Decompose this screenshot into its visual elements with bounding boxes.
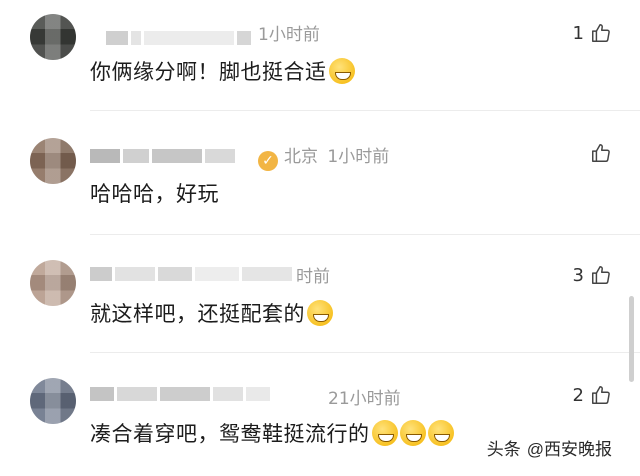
comment-item: 1小时前 1 你俩缘分啊！脚也挺合适	[0, 0, 640, 118]
comment-text: 哈哈哈，好玩	[90, 182, 219, 206]
like-count: 1	[572, 22, 584, 44]
username-blurred[interactable]	[90, 386, 273, 401]
comment-time: 1小时前	[258, 25, 320, 45]
like-count: 3	[572, 264, 584, 286]
source-watermark: 头条 @西安晚报	[480, 432, 618, 462]
comment-text: 凑合着穿吧，鸳鸯鞋挺流行的	[90, 418, 454, 448]
watermark-prefix: 头条	[486, 439, 521, 459]
comment-time: 1小时前	[327, 147, 390, 167]
laughing-tears-emoji	[307, 300, 333, 326]
thumbs-up-icon	[592, 144, 610, 162]
thumbs-up-icon	[592, 386, 610, 404]
like-button[interactable]: 2	[573, 382, 612, 408]
comment-text: 你俩缘分啊！脚也挺合适	[90, 56, 355, 86]
comment-location: 北京	[284, 147, 318, 167]
grinning-emoji	[427, 420, 454, 446]
comment-time: 21小时前	[328, 389, 401, 409]
username-blurred[interactable]	[90, 266, 295, 281]
avatar[interactable]	[30, 260, 76, 306]
thumbs-up-icon	[592, 24, 610, 42]
avatar[interactable]	[30, 378, 76, 424]
laughing-tears-emoji	[328, 58, 355, 84]
divider	[90, 234, 640, 235]
comment-meta: 时前	[296, 262, 330, 287]
comment-meta: 1小时前	[258, 20, 320, 45]
comment-meta: 21小时前	[328, 384, 401, 409]
like-button[interactable]: 3	[573, 262, 612, 288]
comment-text: 就这样吧，还挺配套的	[90, 298, 333, 328]
thumbs-up-icon	[592, 266, 610, 284]
like-button[interactable]: 1	[573, 20, 612, 46]
watermark-handle: @西安晚报	[526, 439, 612, 459]
divider	[90, 110, 640, 111]
comment-item: 时前 3 就这样吧，还挺配套的	[0, 240, 640, 358]
scrollbar[interactable]	[629, 296, 634, 382]
grinning-emoji	[399, 420, 426, 446]
username-blurred[interactable]	[90, 148, 238, 163]
divider	[90, 352, 640, 353]
comment-item: ✓ 北京 1小时前 哈哈哈，好玩	[0, 118, 640, 236]
like-count: 2	[572, 384, 584, 406]
username-blurred[interactable]	[106, 30, 254, 45]
comment-meta: ✓ 北京 1小时前	[258, 142, 389, 171]
avatar[interactable]	[30, 138, 76, 184]
comment-time: 时前	[296, 267, 330, 287]
verified-badge-icon: ✓	[258, 151, 278, 171]
like-button[interactable]	[584, 140, 612, 166]
grinning-emoji	[371, 420, 398, 446]
avatar[interactable]	[30, 14, 76, 60]
